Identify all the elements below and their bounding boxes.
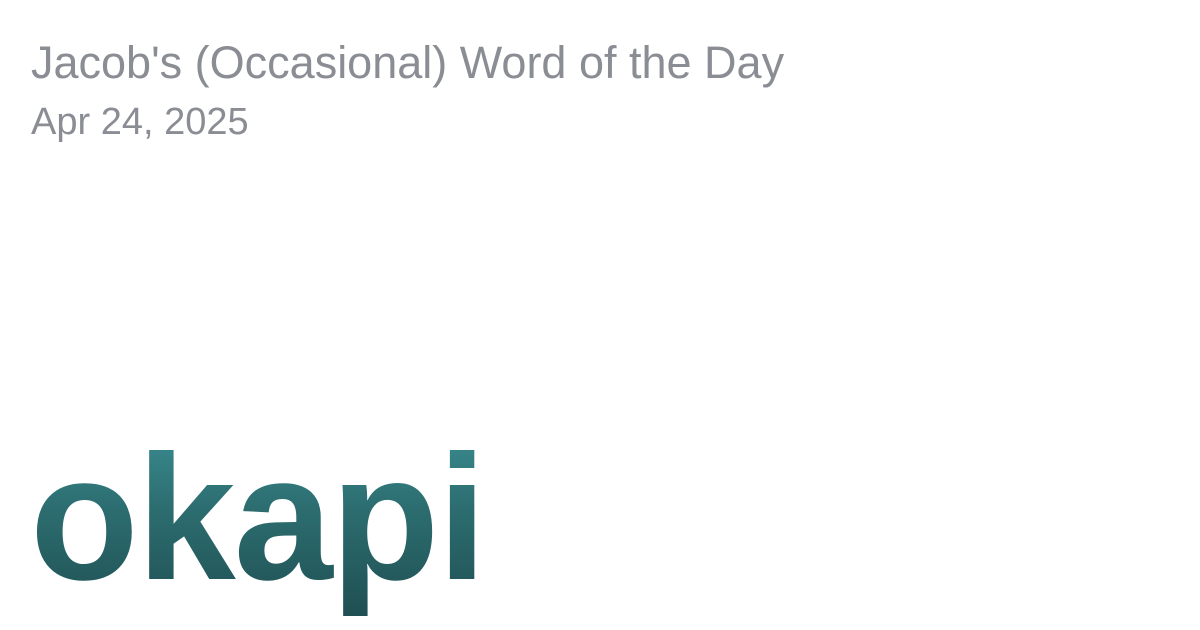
featured-word: okapi	[30, 418, 487, 617]
site-title: Jacob's (Occasional) Word of the Day	[31, 37, 785, 88]
word-of-the-day-card: { "header": { "site_title": "Jacob's (Oc…	[0, 0, 1200, 630]
post-date: Apr 24, 2025	[31, 101, 249, 143]
